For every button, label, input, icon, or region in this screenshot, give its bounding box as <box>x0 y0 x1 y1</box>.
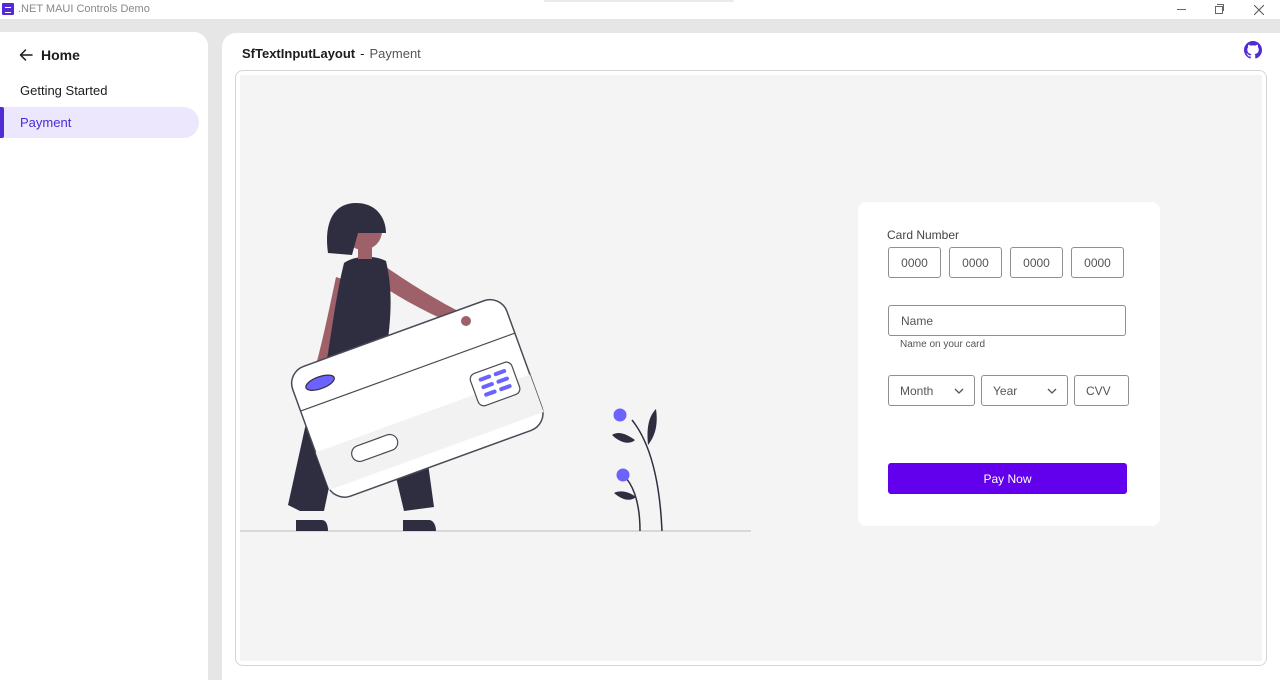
close-icon <box>1254 4 1264 15</box>
card-number-field-4[interactable]: 0000 <box>1071 247 1124 278</box>
restore-button[interactable] <box>1199 0 1239 19</box>
window-title: .NET MAUI Controls Demo <box>18 3 150 15</box>
card-number-label: Card Number <box>887 228 960 242</box>
person-figure <box>288 203 544 531</box>
sidebar-item-label: Getting Started <box>20 83 108 98</box>
chevron-down-icon <box>1047 388 1057 394</box>
payment-illustration <box>240 203 751 532</box>
cvv-placeholder: CVV <box>1086 383 1111 398</box>
close-button[interactable] <box>1239 0 1279 19</box>
card-number-field-2[interactable]: 0000 <box>949 247 1002 278</box>
minimize-icon <box>1176 9 1186 10</box>
card-number-field-3[interactable]: 0000 <box>1010 247 1063 278</box>
sample-name: Payment <box>369 46 421 61</box>
sidebar: Home Getting Started Payment <box>0 32 208 680</box>
home-button[interactable]: Home <box>18 45 80 65</box>
name-field[interactable]: Name <box>888 305 1126 336</box>
control-name: SfTextInputLayout <box>242 46 356 61</box>
minimize-button[interactable] <box>1161 0 1201 19</box>
breadcrumb: SfTextInputLayout - Payment <box>242 46 421 61</box>
chevron-down-icon <box>954 388 964 394</box>
name-placeholder: Name <box>901 313 934 328</box>
back-arrow-icon <box>19 49 33 61</box>
breadcrumb-separator: - <box>360 46 365 61</box>
pay-now-button[interactable]: Pay Now <box>888 463 1127 494</box>
name-helper-text: Name on your card <box>900 339 986 350</box>
year-placeholder: Year <box>993 383 1018 398</box>
cvv-field[interactable]: CVV <box>1074 375 1129 406</box>
card-number-field-1[interactable]: 0000 <box>888 247 941 278</box>
year-dropdown[interactable]: Year <box>981 375 1068 406</box>
github-icon[interactable] <box>1244 41 1262 59</box>
drag-indicator <box>544 0 734 2</box>
title-bar: .NET MAUI Controls Demo <box>0 0 1280 19</box>
sidebar-item-getting-started[interactable]: Getting Started <box>0 75 199 106</box>
sidebar-item-payment[interactable]: Payment <box>0 107 199 138</box>
app-icon <box>2 3 14 15</box>
sidebar-item-label: Payment <box>20 115 72 130</box>
payment-form: Card Number 0000 0000 0000 0000 Name Nam… <box>858 202 1160 526</box>
plant-icon <box>612 408 663 532</box>
demo-frame: Card Number 0000 0000 0000 0000 Name Nam… <box>235 70 1267 666</box>
month-placeholder: Month <box>900 383 934 398</box>
main-panel: SfTextInputLayout - Payment Card Number … <box>222 33 1280 680</box>
restore-icon <box>1215 3 1224 14</box>
month-dropdown[interactable]: Month <box>888 375 975 406</box>
demo-area: Card Number 0000 0000 0000 0000 Name Nam… <box>240 75 1262 661</box>
home-label: Home <box>41 47 80 63</box>
